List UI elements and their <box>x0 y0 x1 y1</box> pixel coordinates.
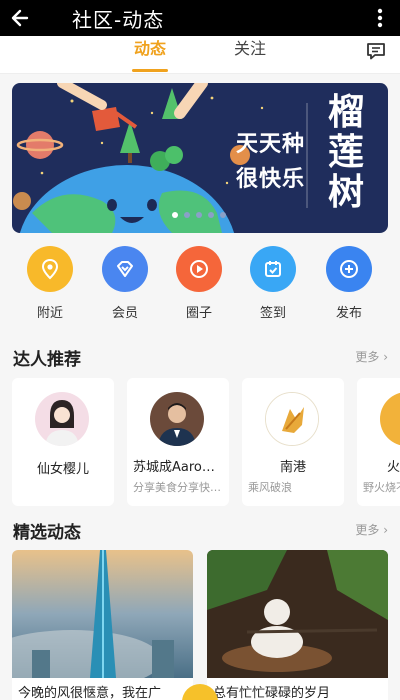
community-screen: 社区-动态 动态 关注 天天种 很快乐 榴莲树 附近 会员 圈子 签到 发布 达… <box>0 0 400 700</box>
feed-list: 今晚的风很惬意，我在广 总有忙忙碌碌的岁月 <box>0 550 400 700</box>
pagination-dot[interactable] <box>220 212 226 218</box>
chevron-right-icon: › <box>383 350 388 364</box>
quick-action-vip[interactable]: 会员 <box>90 246 160 321</box>
feed-image-city-tower <box>12 550 193 678</box>
more-link-label: 更多 <box>355 350 380 364</box>
banner-brand: 榴莲树 <box>327 92 364 213</box>
back-button[interactable] <box>0 0 40 36</box>
feed-card[interactable]: 今晚的风很惬意，我在广 <box>12 550 193 700</box>
more-vertical-icon <box>377 8 383 28</box>
arrow-left-icon <box>11 9 29 27</box>
talent-card[interactable]: 火 野火烧不 <box>357 378 400 506</box>
message-icon <box>367 43 385 60</box>
quick-action-checkin[interactable]: 签到 <box>238 246 308 321</box>
pagination-dot[interactable] <box>184 212 190 218</box>
talent-name: 南港 <box>279 460 306 475</box>
banner-pagination <box>172 212 226 218</box>
quick-actions: 附近 会员 圈子 签到 发布 <box>0 246 400 326</box>
quick-action-label: 签到 <box>259 306 286 321</box>
active-tab-indicator <box>132 69 168 72</box>
promo-banner[interactable]: 天天种 很快乐 榴莲树 <box>12 83 388 233</box>
more-link[interactable]: 更多 › <box>355 521 388 538</box>
banner-slogan-line1: 天天种 <box>236 132 306 157</box>
talent-card[interactable]: 苏城成Aaron… 分享美食分享快… <box>127 378 229 506</box>
talent-card[interactable]: 南港 乘风破浪 <box>242 378 344 506</box>
feed-image-monk-figurine <box>207 550 388 678</box>
section-title: 精选动态 <box>13 523 81 543</box>
banner-slogan-line2: 很快乐 <box>236 167 306 192</box>
feeds-section-header: 精选动态 更多 › <box>0 518 400 546</box>
talent-desc: 野火烧不 <box>363 481 400 494</box>
quick-action-nearby[interactable]: 附近 <box>15 246 85 321</box>
talent-name: 火 <box>387 460 400 475</box>
plus-icon <box>326 246 372 292</box>
more-link[interactable]: 更多 › <box>355 348 388 365</box>
feed-text: 总有忙忙碌碌的岁月 <box>213 686 331 700</box>
quick-action-label: 圈子 <box>185 306 212 321</box>
avatar <box>35 392 89 446</box>
location-pin-icon <box>27 246 73 292</box>
tab-bar: 动态 关注 <box>0 36 400 74</box>
tab-following[interactable]: 关注 <box>232 36 268 74</box>
top-bar: 社区-动态 <box>0 0 400 36</box>
pagination-dot[interactable] <box>172 212 178 218</box>
pagination-dot[interactable] <box>208 212 214 218</box>
feed-text: 今晚的风很惬意，我在广 <box>18 686 162 700</box>
more-menu-button[interactable] <box>370 0 390 36</box>
avatar <box>380 392 400 446</box>
talent-desc: 分享美食分享快… <box>133 481 221 494</box>
feed-card[interactable]: 总有忙忙碌碌的岁月 <box>207 550 388 700</box>
avatar <box>150 392 204 446</box>
quick-action-label: 附近 <box>36 306 63 321</box>
calendar-check-icon <box>250 246 296 292</box>
talent-name: 苏城成Aaron… <box>133 460 223 475</box>
more-link-label: 更多 <box>355 523 380 537</box>
talent-name: 仙女樱儿 <box>36 462 89 477</box>
pagination-dot[interactable] <box>196 212 202 218</box>
tab-feed-label: 动态 <box>133 39 166 58</box>
avatar <box>265 392 319 446</box>
message-button[interactable] <box>364 39 388 63</box>
vip-diamond-icon <box>102 246 148 292</box>
quick-action-circles[interactable]: 圈子 <box>164 246 234 321</box>
tab-feed[interactable]: 动态 <box>132 36 168 74</box>
talents-section-header: 达人推荐 更多 › <box>0 345 400 373</box>
talent-desc: 乘风破浪 <box>248 481 292 494</box>
talent-list: 仙女樱儿 苏城成Aaron… 分享美食分享快… 南港 乘风破浪 火 野火烧不 <box>0 378 400 506</box>
page-title: 社区-动态 <box>72 7 165 32</box>
section-title: 达人推荐 <box>13 350 81 370</box>
quick-action-label: 会员 <box>111 306 138 321</box>
quick-action-publish[interactable]: 发布 <box>314 246 384 321</box>
quick-action-label: 发布 <box>335 306 362 321</box>
chevron-right-icon: › <box>383 523 388 537</box>
circle-play-icon <box>176 246 222 292</box>
talent-card[interactable]: 仙女樱儿 <box>12 378 114 506</box>
tab-following-label: 关注 <box>233 39 266 58</box>
